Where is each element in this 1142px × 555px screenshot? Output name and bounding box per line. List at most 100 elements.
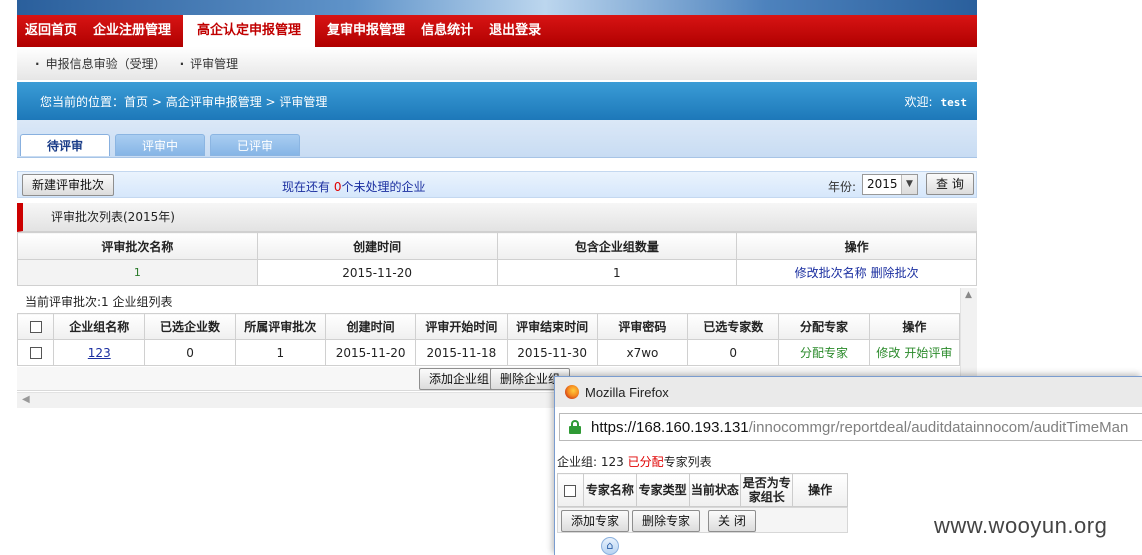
expert-count-cell: 0 [687, 339, 780, 366]
welcome-text: 欢迎: test [904, 93, 967, 110]
assign-cell: 分配专家 [778, 339, 870, 366]
add-group-button[interactable]: 添加企业组 [419, 368, 500, 390]
add-expert-button[interactable]: 添加专家 [561, 510, 630, 532]
subnav-item-info-verification[interactable]: 申报信息审验（受理） [35, 55, 166, 72]
created-cell: 2015-11-20 [324, 339, 417, 366]
tab-reviewed[interactable]: 已评审 [210, 134, 300, 156]
nav-item-hightech-declaration[interactable]: 高企认定申报管理 [183, 15, 316, 47]
batch-name-cell[interactable]: 1 [17, 259, 258, 286]
breadcrumb-home[interactable]: 首页 [124, 95, 148, 109]
year-label: 年份: [828, 180, 857, 194]
year-select-value: 2015 [867, 177, 898, 191]
nav-item-logout[interactable]: 退出登录 [481, 15, 549, 47]
query-button[interactable]: 查 询 [926, 173, 974, 195]
tab-bar: 待评审 评审中 已评审 [17, 120, 977, 158]
batch-toolbar: 新建评审批次 现在还有 0个未处理的企业 年份: 2015 ▼ 查 询 [17, 171, 977, 198]
delete-expert-button[interactable]: 删除专家 [632, 510, 701, 532]
expert-actions-bar: 添加专家 删除专家 关 闭 [557, 507, 848, 533]
group-list-caption: 当前评审批次:1 企业组列表 [25, 295, 173, 309]
group-name-cell: 123 [53, 339, 146, 366]
column-header: 专家名称 [582, 473, 637, 507]
batch-cell: 1 [234, 339, 326, 366]
column-header: 创建时间 [324, 313, 417, 340]
subnav-item-review-management[interactable]: 评审管理 [180, 55, 238, 72]
tab-pending-review[interactable]: 待评审 [20, 134, 110, 156]
column-header: 专家类型 [635, 473, 690, 507]
expert-caption-highlight: 已分配 [627, 455, 664, 469]
end-cell: 2015-11-30 [506, 339, 598, 366]
close-button[interactable]: 关 闭 [708, 510, 756, 532]
select-all-header [16, 313, 55, 340]
breadcrumb-separator: > [261, 95, 280, 109]
popup-url: https://168.160.193.131/innocommgr/repor… [591, 419, 1128, 436]
welcome-label: 欢迎: [904, 95, 933, 109]
expert-select-all-checkbox[interactable] [564, 484, 577, 497]
start-cell: 2015-11-18 [415, 339, 508, 366]
expert-caption-suffix: 专家列表 [663, 455, 712, 469]
expert-table: 专家名称 专家类型 当前状态 是否为专家组长 操作 [557, 473, 848, 507]
edit-group-link[interactable]: 修改 [876, 346, 900, 360]
pending-notice: 现在还有 0个未处理的企业 [282, 178, 425, 195]
breadcrumb-declaration[interactable]: 高企评审申报管理 [166, 95, 262, 109]
batch-list-title: 评审批次列表(2015年) [17, 203, 977, 232]
column-header: 所属评审批次 [234, 313, 326, 340]
main-nav: 返回首页 企业注册管理 高企认定申报管理 复审申报管理 信息统计 退出登录 [17, 15, 977, 47]
nav-item-review-declaration[interactable]: 复审申报管理 [319, 15, 413, 47]
select-all-checkbox[interactable] [29, 321, 42, 333]
popup-url-bar[interactable]: https://168.160.193.131/innocommgr/repor… [559, 413, 1142, 441]
popup-title: Mozilla Firefox [585, 385, 669, 400]
batch-created-cell: 2015-11-20 [256, 259, 498, 286]
nav-item-home[interactable]: 返回首页 [17, 15, 85, 47]
top-banner [17, 0, 977, 15]
column-header: 是否为专家组长 [740, 473, 794, 507]
pending-prefix: 现在还有 [282, 180, 334, 194]
pending-suffix: 个未处理的企业 [341, 180, 426, 194]
breadcrumb-separator: > [148, 95, 166, 109]
nav-item-statistics[interactable]: 信息统计 [413, 15, 481, 47]
rename-batch-link[interactable]: 修改批次名称 [795, 266, 867, 280]
column-header: 包含企业组数量 [496, 232, 738, 260]
watermark: www.wooyun.org [934, 513, 1108, 538]
batch-table: 评审批次名称 创建时间 包含企业组数量 操作 1 2015-11-20 1 修改… [17, 232, 977, 286]
row-select-cell [16, 339, 55, 366]
breadcrumb-prefix: 您当前的位置： [40, 95, 125, 109]
new-batch-button[interactable]: 新建评审批次 [22, 174, 115, 196]
column-header: 企业组名称 [53, 313, 146, 340]
column-header: 分配专家 [778, 313, 870, 340]
tab-in-review[interactable]: 评审中 [115, 134, 205, 156]
start-review-link[interactable]: 开始评审 [904, 346, 952, 360]
row-checkbox[interactable] [29, 347, 42, 359]
column-header: 评审密码 [596, 313, 689, 340]
column-header: 操作 [792, 473, 848, 507]
year-select[interactable]: 2015 ▼ [862, 174, 918, 195]
assign-experts-link[interactable]: 分配专家 [800, 346, 848, 360]
table-row[interactable]: 1 2015-11-20 1 修改批次名称 删除批次 [17, 259, 977, 286]
nav-item-enterprise-registration[interactable]: 企业注册管理 [85, 15, 179, 47]
firefox-logo-icon [565, 385, 579, 399]
scroll-up-icon[interactable]: ▲ [965, 290, 972, 300]
column-header: 当前状态 [688, 473, 742, 507]
group-actions-cell: 修改 开始评审 [868, 339, 961, 366]
sub-nav: 申报信息审验（受理） 评审管理 [17, 47, 977, 80]
delete-batch-link[interactable]: 删除批次 [871, 266, 919, 280]
batch-actions-cell: 修改批次名称 删除批次 [736, 259, 977, 286]
location-bar: 您当前的位置：首页 > 高企评审申报管理 > 评审管理 欢迎: test [17, 82, 977, 120]
username: test [940, 96, 968, 109]
breadcrumb-current: 评审管理 [279, 95, 328, 109]
url-path: /innocommgr/reportdeal/auditdatainnocom/… [748, 419, 1129, 436]
column-header: 操作 [736, 232, 977, 260]
home-icon[interactable]: ⌂ [601, 537, 619, 555]
group-name-link[interactable]: 123 [88, 346, 111, 360]
chevron-down-icon[interactable]: ▼ [901, 175, 917, 194]
column-header: 评审结束时间 [506, 313, 598, 340]
scroll-left-icon[interactable]: ◀ [22, 394, 30, 405]
password-cell: x7wo [596, 339, 689, 366]
expert-select-all-header [557, 473, 584, 507]
expert-list-caption: 企业组: 123 已分配专家列表 [557, 453, 712, 470]
popup-titlebar[interactable]: Mozilla Firefox [555, 377, 1142, 407]
lock-icon[interactable] [569, 420, 581, 434]
group-table: 企业组名称 已选企业数 所属评审批次 创建时间 评审开始时间 评审结束时间 评审… [16, 313, 961, 366]
table-row[interactable]: 123 0 1 2015-11-20 2015-11-18 2015-11-30… [16, 339, 961, 366]
batch-group-count-cell: 1 [496, 259, 738, 286]
selected-count-cell: 0 [144, 339, 236, 366]
